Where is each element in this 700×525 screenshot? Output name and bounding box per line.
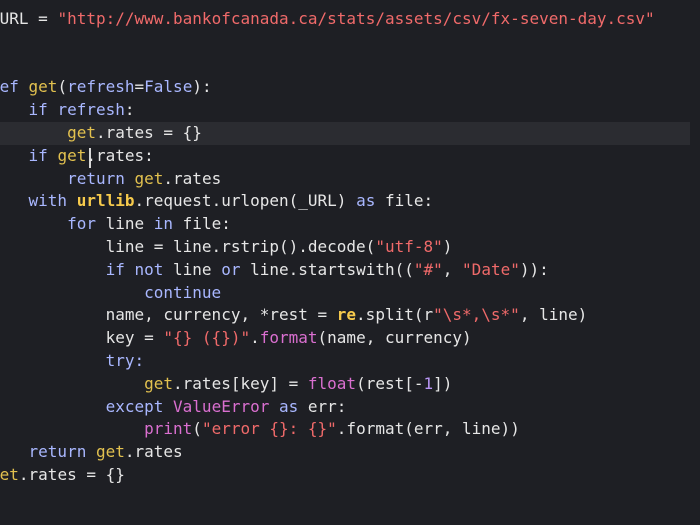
code-line[interactable]: get.rates[key] = float(rest[-1]) [0,373,690,396]
code-token: for [0,214,106,234]
code-token: "{} ({})" [163,328,251,348]
code-token: format [259,328,318,348]
code-token: .rates [124,442,183,462]
code-line[interactable]: def get(refresh=False): [0,76,690,99]
code-token: .request.urlopen(_URL) [134,191,357,211]
code-token: if [28,145,48,165]
code-token: .split(r [356,305,434,325]
code-token: or [221,259,251,279]
code-token: "http://www.bankofcanada.ca/stats/assets… [57,9,655,28]
code-token: (rest[- [356,373,424,393]
code-token: "error {}: {}" [201,419,337,439]
code-token: re [336,305,357,325]
code-token: refresh [67,77,135,97]
code-editor[interactable]: _URL = "http://www.bankofcanada.ca/stats… [0,0,700,525]
code-token: _URL [0,9,29,28]
code-token: , line) [519,305,588,325]
code-line[interactable]: line = line.rstrip().decode("utf-8") [0,236,690,259]
code-line[interactable]: if not line or line.startswith(("#", "Da… [0,259,690,282]
code-token: "#" [413,259,443,279]
code-token: in [153,214,183,234]
code-token: get [95,442,125,462]
code-line[interactable]: _URL = "http://www.bankofcanada.ca/stats… [0,8,690,31]
code-token: False [144,77,193,97]
code-line[interactable]: return get.rates [0,441,690,464]
code-token: . [250,328,260,348]
code-token: try: [0,351,145,370]
code-token: line [173,259,222,279]
code-token: err: [307,396,347,416]
code-line[interactable]: get.rates = {} [0,464,690,487]
code-line[interactable]: if refresh: [0,99,690,122]
code-token: def [0,77,19,97]
code-token: .rates: [86,145,154,165]
code-token: key = [0,328,164,348]
code-token: file: [384,191,434,211]
code-token: except [0,396,174,416]
code-token: print [144,419,193,439]
code-line[interactable]: return get.rates [0,168,690,191]
code-token: .rates = {} [95,123,202,142]
code-token: = [134,77,145,97]
code-token: ]) [433,373,453,393]
code-line[interactable]: for line in file: [0,213,690,236]
code-token: ( [192,419,202,439]
code-token: get [67,123,96,142]
code-token: 1 [423,373,434,393]
code-token: as [279,396,308,416]
code-line[interactable]: get.rates = {} [0,122,690,145]
code-token: line.startswith(( [250,259,414,279]
code-token: get [28,77,58,97]
code-line[interactable]: if get.rates: [0,145,690,168]
code-token: if [28,100,48,120]
code-token: with [28,191,68,211]
code-token: urllib [76,191,135,211]
code-line[interactable]: continue [0,282,690,305]
code-token: : [124,100,135,120]
code-token: line [105,214,154,234]
code-token: get [57,145,87,165]
code-token: ): [192,77,212,97]
code-line[interactable]: with urllib.request.urlopen(_URL) as fil… [0,190,690,213]
code-token: get [144,373,174,393]
code-token: "utf-8" [375,237,443,256]
code-token: ValueError [173,396,279,416]
code-token: get [0,465,19,484]
code-token: .rates = {} [18,465,125,484]
code-token: return [0,442,96,462]
code-line[interactable]: key = "{} ({})".format(name, currency) [0,327,690,350]
code-token: "Date" [462,259,520,279]
code-line[interactable] [0,54,690,77]
code-token: .rates [163,168,222,188]
code-token: get [134,168,164,188]
code-token: .rates[key] = [173,373,308,393]
code-token: refresh [57,100,125,120]
code-token: )): [519,259,549,279]
code-token: float [307,373,357,393]
code-token: line = line.rstrip().decode( [0,237,376,256]
code-token: continue [0,282,222,302]
code-token: file: [182,214,231,234]
code-line[interactable]: print("error {}: {}".format(err, line)) [0,418,690,441]
code-line[interactable] [0,31,690,54]
code-token: (name, currency) [317,328,472,348]
code-token: , [442,259,463,279]
code-token: ( [57,77,68,97]
code-line[interactable]: name, currency, *rest = re.split(r"\s*,\… [0,304,690,327]
code-token: .format(err, line)) [336,419,520,439]
code-token: ) [442,237,453,256]
code-token: name, currency, *rest = [0,305,337,325]
code-token: = [28,9,58,28]
code-line[interactable]: except ValueError as err: [0,396,690,419]
code-token: if not [0,259,174,279]
code-token: return [0,168,135,188]
code-token: "\s*,\s*" [433,305,520,325]
code-line[interactable]: try: [0,350,690,373]
code-token: as [356,191,385,211]
